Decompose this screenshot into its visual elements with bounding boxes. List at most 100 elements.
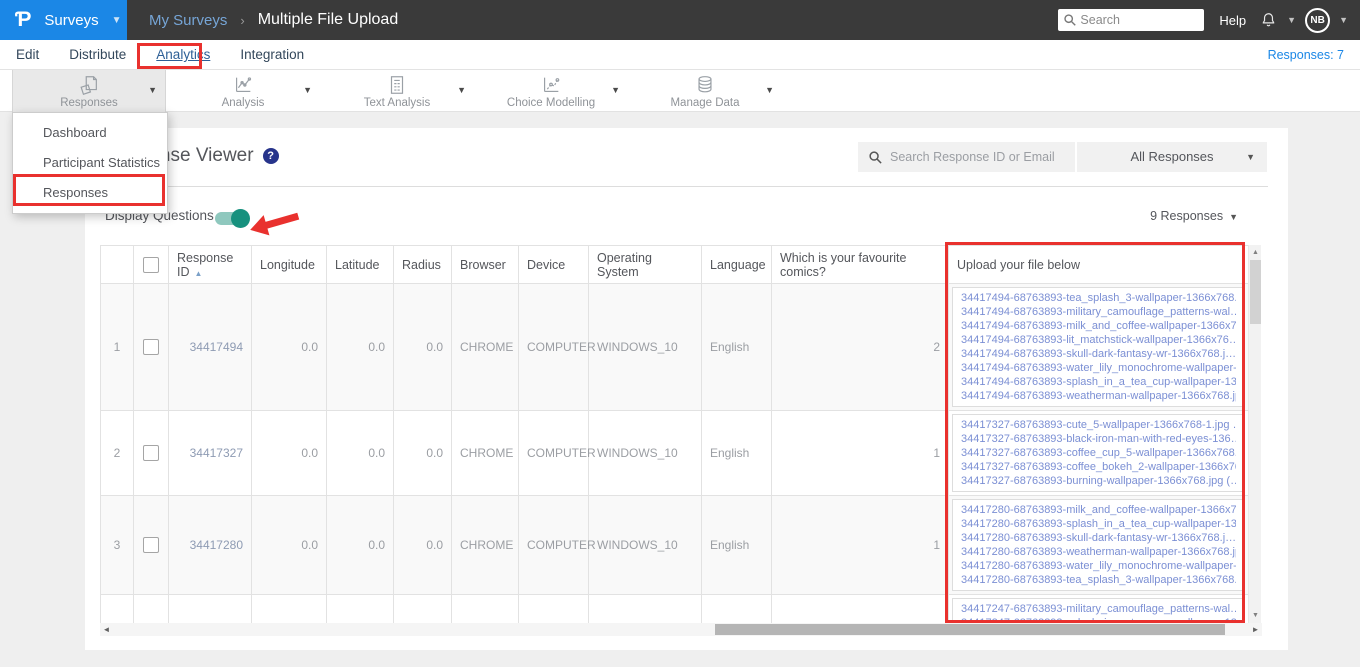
header-browser[interactable]: Browser bbox=[451, 245, 519, 284]
toolbar-text-analysis-button[interactable]: Text Analysis bbox=[320, 70, 474, 112]
chevron-down-icon[interactable] bbox=[611, 85, 620, 95]
header-latitude[interactable]: Latitude bbox=[326, 245, 394, 284]
vertical-scrollbar-thumb[interactable] bbox=[1250, 260, 1261, 324]
horizontal-scrollbar-thumb[interactable] bbox=[715, 624, 1225, 635]
file-link[interactable]: 34417280-68763893-splash_in_a_tea_cup-wa… bbox=[961, 517, 1236, 531]
menu-item-responses[interactable]: Responses bbox=[13, 178, 167, 208]
chevron-down-icon[interactable] bbox=[1287, 15, 1296, 25]
row-checkbox[interactable] bbox=[143, 537, 159, 553]
questionpro-logo-icon bbox=[15, 8, 31, 32]
cell-os bbox=[588, 594, 702, 623]
cell-longitude: 0.0 bbox=[251, 283, 327, 411]
file-link[interactable]: 34417494-68763893-milk_and_coffee-wallpa… bbox=[961, 319, 1236, 333]
display-questions-toggle[interactable] bbox=[215, 209, 250, 228]
row-number: 2 bbox=[100, 410, 134, 496]
breadcrumb-separator-icon bbox=[240, 13, 244, 28]
menu-item-dashboard[interactable]: Dashboard bbox=[13, 118, 167, 148]
cell-latitude: 0.0 bbox=[326, 283, 394, 411]
header-radius[interactable]: Radius bbox=[393, 245, 452, 284]
scroll-left-icon[interactable] bbox=[100, 623, 113, 636]
header-longitude[interactable]: Longitude bbox=[251, 245, 327, 284]
cell-response-id[interactable]: 34417494 bbox=[168, 283, 252, 411]
notifications-bell-icon[interactable] bbox=[1259, 11, 1278, 30]
scroll-down-icon[interactable] bbox=[1249, 609, 1262, 622]
help-link[interactable]: Help bbox=[1219, 13, 1246, 28]
row-number bbox=[100, 594, 134, 623]
toolbar-responses-button[interactable]: Responses bbox=[12, 70, 166, 112]
response-search-input[interactable] bbox=[858, 142, 1075, 172]
avatar[interactable]: NB bbox=[1305, 7, 1331, 33]
chevron-down-icon[interactable] bbox=[303, 85, 312, 95]
breadcrumb-my-surveys[interactable]: My Surveys bbox=[149, 12, 227, 29]
header-select-all bbox=[133, 245, 169, 284]
file-link[interactable]: 34417494-68763893-military_camouflage_pa… bbox=[961, 305, 1236, 319]
tab-integration[interactable]: Integration bbox=[240, 47, 304, 62]
all-responses-dropdown[interactable]: All Responses bbox=[1077, 142, 1267, 172]
header-device[interactable]: Device bbox=[518, 245, 589, 284]
toolbar-manage-data-button[interactable]: Manage Data bbox=[628, 70, 782, 112]
select-all-checkbox[interactable] bbox=[143, 256, 159, 273]
chevron-down-icon[interactable] bbox=[765, 85, 774, 95]
vertical-scrollbar[interactable] bbox=[1248, 245, 1261, 623]
tab-analytics[interactable]: Analytics bbox=[156, 47, 210, 62]
file-link[interactable]: 34417494-68763893-tea_splash_3-wallpaper… bbox=[961, 291, 1236, 305]
responses-count-dropdown[interactable]: 9 Responses bbox=[1150, 209, 1238, 223]
responses-count[interactable]: Responses: 7 bbox=[1268, 48, 1344, 62]
file-link[interactable]: 34417280-68763893-skull-dark-fantasy-wr-… bbox=[961, 531, 1236, 545]
cell-device bbox=[518, 594, 589, 623]
header-comics-question[interactable]: Which is your favourite comics? bbox=[771, 245, 949, 284]
chevron-down-icon[interactable] bbox=[148, 85, 157, 95]
file-link[interactable]: 34417494-68763893-splash_in_a_tea_cup-wa… bbox=[961, 375, 1236, 389]
row-checkbox[interactable] bbox=[143, 339, 159, 355]
surveys-menu[interactable]: Surveys bbox=[0, 0, 127, 40]
file-link[interactable]: 34417327-68763893-black-iron-man-with-re… bbox=[961, 432, 1236, 446]
file-link[interactable]: 34417494-68763893-weatherman-wallpaper-1… bbox=[961, 389, 1236, 403]
file-link[interactable]: 34417494-68763893-lit_matchstick-wallpap… bbox=[961, 333, 1236, 347]
chevron-down-icon bbox=[1246, 142, 1255, 172]
cell-response-id[interactable]: 34417327 bbox=[168, 410, 252, 496]
toolbar-analysis-button[interactable]: Analysis bbox=[166, 70, 320, 112]
chevron-down-icon[interactable] bbox=[1339, 15, 1348, 25]
file-link[interactable]: 34417494-68763893-skull-dark-fantasy-wr-… bbox=[961, 347, 1236, 361]
toolbar-choice-modelling-button[interactable]: Choice Modelling bbox=[474, 70, 628, 112]
responses-count-label: 9 Responses bbox=[1150, 209, 1224, 223]
file-link[interactable]: 34417280-68763893-water_lily_monochrome-… bbox=[961, 559, 1236, 573]
file-link[interactable]: 34417327-68763893-coffee_cup_5-wallpaper… bbox=[961, 446, 1236, 460]
row-checkbox[interactable] bbox=[143, 445, 159, 461]
cell-language: English bbox=[701, 495, 772, 595]
cell-os: WINDOWS_10 bbox=[588, 410, 702, 496]
header-response-id[interactable]: Response ID bbox=[168, 245, 252, 284]
tab-edit[interactable]: Edit bbox=[16, 47, 39, 62]
global-search[interactable] bbox=[1058, 9, 1205, 31]
cell-upload-files: 34417327-68763893-cute_5-wallpaper-1366x… bbox=[948, 410, 1248, 496]
menu-item-participant-statistics[interactable]: Participant Statistics bbox=[13, 148, 167, 178]
file-link[interactable]: 34417327-68763893-coffee_bokeh_2-wallpap… bbox=[961, 460, 1236, 474]
help-circle-icon[interactable] bbox=[262, 148, 279, 164]
horizontal-scrollbar[interactable] bbox=[100, 623, 1262, 636]
cell-device: COMPUTER bbox=[518, 410, 596, 496]
product-name[interactable]: Surveys bbox=[44, 12, 98, 29]
response-search[interactable] bbox=[858, 142, 1075, 172]
file-link[interactable]: 34417280-68763893-weatherman-wallpaper-1… bbox=[961, 545, 1236, 559]
file-list: 34417280-68763893-milk_and_coffee-wallpa… bbox=[952, 499, 1245, 591]
table-row: 3 34417280 0.0 0.0 0.0 CHROME COMPUTER W… bbox=[100, 495, 1248, 595]
cell-response-id[interactable]: 34417280 bbox=[168, 495, 252, 595]
cell-language bbox=[701, 594, 772, 623]
header-language[interactable]: Language bbox=[701, 245, 772, 284]
file-link[interactable]: 34417247-68763893-splash_in_a_tea_cup-wa… bbox=[961, 616, 1236, 623]
file-link[interactable]: 34417327-68763893-burning-wallpaper-1366… bbox=[961, 474, 1236, 488]
file-link[interactable]: 34417494-68763893-water_lily_monochrome-… bbox=[961, 361, 1236, 375]
header-upload-question[interactable]: Upload your file below bbox=[948, 245, 1248, 284]
cell-comics bbox=[771, 594, 949, 623]
file-link[interactable]: 34417247-68763893-military_camouflage_pa… bbox=[961, 602, 1236, 616]
scroll-right-icon[interactable] bbox=[1249, 623, 1262, 636]
file-link[interactable]: 34417280-68763893-tea_splash_3-wallpaper… bbox=[961, 573, 1236, 587]
global-search-input[interactable] bbox=[1058, 9, 1205, 31]
toolbar-button-label: Analysis bbox=[221, 96, 265, 109]
header-os[interactable]: Operating System bbox=[588, 245, 702, 284]
chevron-down-icon[interactable] bbox=[457, 85, 466, 95]
file-link[interactable]: 34417280-68763893-milk_and_coffee-wallpa… bbox=[961, 503, 1236, 517]
file-link[interactable]: 34417327-68763893-cute_5-wallpaper-1366x… bbox=[961, 418, 1236, 432]
scroll-up-icon[interactable] bbox=[1249, 246, 1262, 259]
tab-distribute[interactable]: Distribute bbox=[69, 47, 126, 62]
